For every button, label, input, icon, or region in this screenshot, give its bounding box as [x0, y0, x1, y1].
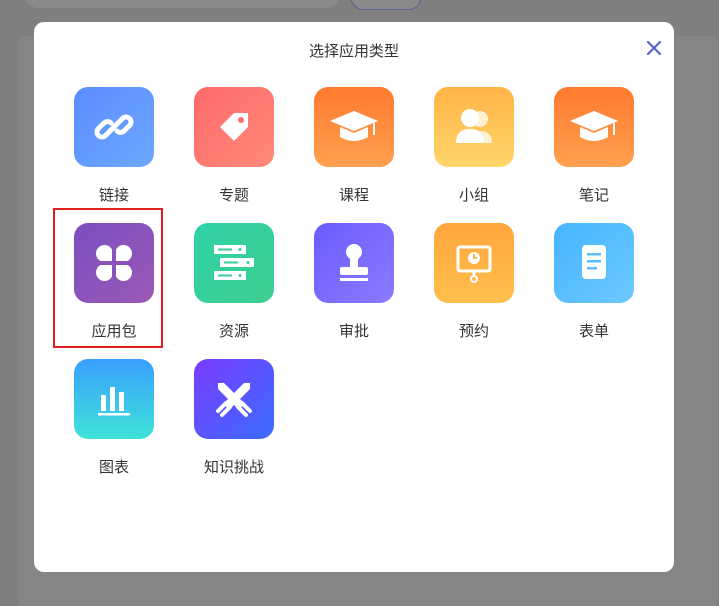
crossed-swords-icon: [194, 359, 274, 439]
app-type-link[interactable]: 链接: [64, 87, 164, 207]
tile-label: 表单: [578, 322, 609, 340]
tile-label: 链接: [98, 186, 129, 204]
tile-label: 审批: [338, 322, 369, 340]
tile-label: 小组: [458, 186, 489, 204]
tile-label: 应用包: [91, 322, 137, 340]
stamp-icon: [314, 223, 394, 303]
tile-label: 预约: [458, 322, 489, 340]
document-icon: [554, 223, 634, 303]
tile-label: 知识挑战: [203, 458, 264, 476]
app-type-chart[interactable]: 图表: [64, 359, 164, 479]
graduation-cap-icon: [314, 87, 394, 167]
app-type-resource[interactable]: 资源: [184, 223, 284, 343]
tag-icon: [194, 87, 274, 167]
background-button: [350, 0, 422, 10]
server-icon: [194, 223, 274, 303]
link-icon: [74, 87, 154, 167]
graduation-cap-icon: [554, 87, 634, 167]
app-type-note[interactable]: 笔记: [544, 87, 644, 207]
close-icon[interactable]: [646, 40, 662, 56]
background-search-bar: [24, 0, 340, 8]
presentation-clock-icon: [434, 223, 514, 303]
bar-chart-icon: [74, 359, 154, 439]
app-type-approval[interactable]: 审批: [304, 223, 404, 343]
tile-label: 课程: [338, 186, 369, 204]
tile-label: 专题: [218, 186, 249, 204]
tile-label: 笔记: [578, 186, 609, 204]
clover-icon: [74, 223, 154, 303]
app-type-appointment[interactable]: 预约: [424, 223, 524, 343]
select-app-type-modal: 选择应用类型 链接 专题 课程 小组 笔记 应用包 资源 审批 预约 表单 图表…: [34, 22, 674, 572]
app-type-form[interactable]: 表单: [544, 223, 644, 343]
modal-title: 选择应用类型: [308, 42, 399, 60]
app-type-topic[interactable]: 专题: [184, 87, 284, 207]
app-type-knowledge-challenge[interactable]: 知识挑战: [184, 359, 284, 479]
app-type-group[interactable]: 小组: [424, 87, 524, 207]
group-icon: [434, 87, 514, 167]
tile-label: 图表: [98, 458, 129, 476]
tile-label: 资源: [218, 322, 249, 340]
app-type-course[interactable]: 课程: [304, 87, 404, 207]
app-type-app-package[interactable]: 应用包: [64, 223, 164, 343]
